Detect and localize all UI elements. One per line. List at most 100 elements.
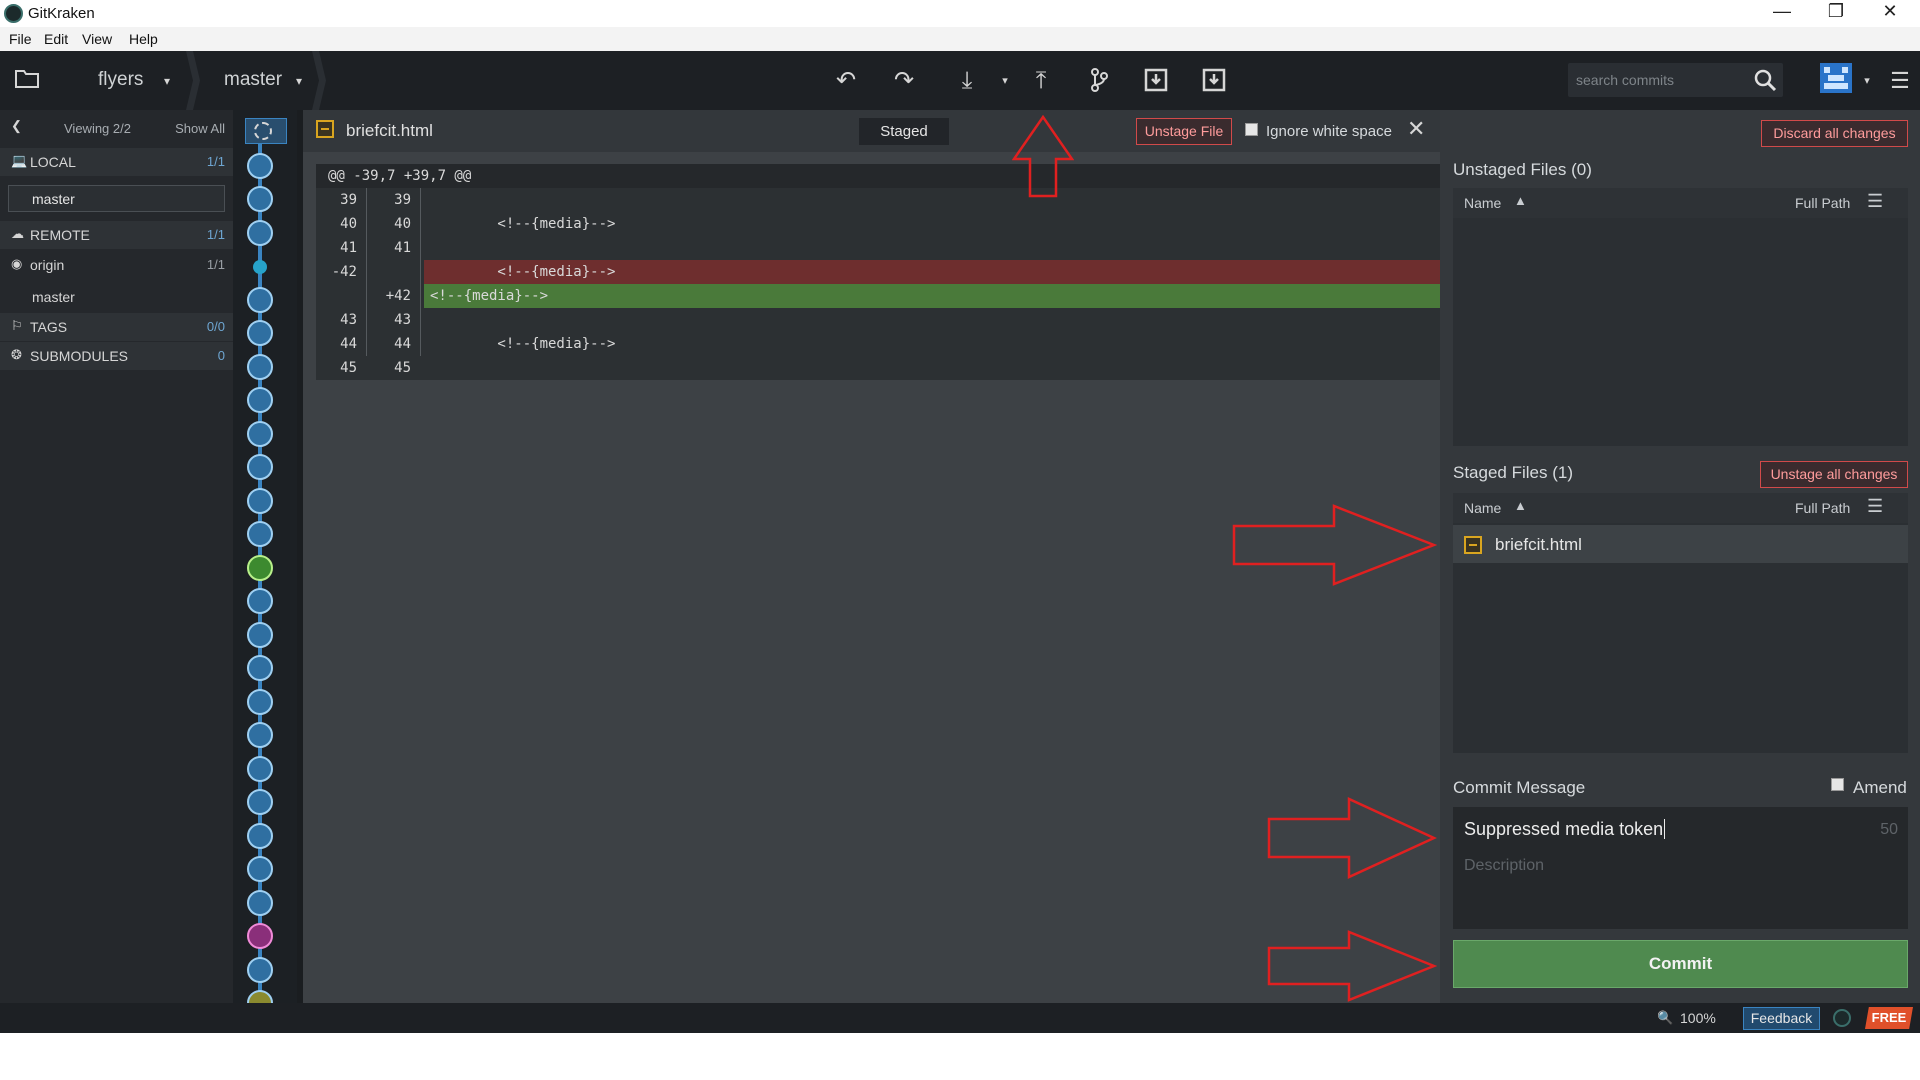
commit-node[interactable]: [247, 890, 273, 916]
commit-node[interactable]: [247, 622, 273, 648]
commit-node[interactable]: [247, 588, 273, 614]
local-branch-master[interactable]: master: [8, 185, 225, 212]
profile-avatar[interactable]: [1820, 63, 1852, 93]
description-input[interactable]: Description: [1464, 857, 1544, 875]
commit-node[interactable]: [247, 186, 273, 212]
commit-node[interactable]: [247, 153, 273, 179]
commit-dot[interactable]: [253, 260, 267, 274]
free-plan-badge[interactable]: FREE: [1865, 1007, 1913, 1029]
old-line-number: 45: [340, 360, 357, 376]
commit-node[interactable]: [247, 421, 273, 447]
search-icon[interactable]: [1753, 68, 1777, 97]
commit-node[interactable]: [247, 387, 273, 413]
diff-line-added[interactable]: +42 <!--{media}-->: [316, 284, 1440, 308]
diff-line[interactable]: 44 44 <!--{media}-->: [316, 332, 1440, 356]
commit-node[interactable]: [247, 823, 273, 849]
redo-icon[interactable]: ↷: [889, 67, 919, 95]
commit-node[interactable]: [247, 454, 273, 480]
staged-file-name: briefcit.html: [1495, 535, 1582, 554]
show-all-link[interactable]: Show All: [175, 121, 225, 136]
full-path-toggle[interactable]: Full Path: [1795, 195, 1850, 211]
pop-icon[interactable]: [1199, 67, 1229, 95]
line-code: <!--{media}-->: [430, 216, 616, 232]
commit-node[interactable]: [247, 320, 273, 346]
commit-node[interactable]: [247, 655, 273, 681]
profile-chevron-down-icon[interactable]: ▾: [1852, 67, 1882, 95]
close-window-icon[interactable]: ✕: [1870, 1, 1910, 22]
menu-view[interactable]: View: [82, 31, 112, 47]
commit-summary-input[interactable]: Suppressed media token: [1464, 819, 1666, 840]
push-icon[interactable]: ⤒: [1026, 67, 1056, 95]
pull-chevron-down-icon[interactable]: ▾: [990, 67, 1020, 95]
minimize-icon[interactable]: —: [1762, 1, 1802, 22]
branch-chevron-down-icon[interactable]: ▾: [284, 67, 314, 95]
line-code: <!--{media}-->: [424, 284, 1440, 308]
diff-line[interactable]: 40 40 <!--{media}-->: [316, 212, 1440, 236]
commit-button[interactable]: Commit: [1453, 940, 1908, 988]
list-view-icon[interactable]: ☰: [1867, 191, 1883, 212]
branch-name[interactable]: master: [224, 69, 282, 91]
staged-file-row[interactable]: briefcit.html: [1453, 525, 1908, 563]
ignore-whitespace-checkbox[interactable]: [1245, 123, 1258, 136]
wip-node[interactable]: [245, 118, 287, 144]
commit-node[interactable]: [247, 789, 273, 815]
branch-icon[interactable]: [1084, 67, 1114, 95]
local-count: 1/1: [206, 154, 225, 169]
diff-line[interactable]: 45 45: [316, 356, 1440, 380]
close-diff-icon[interactable]: ✕: [1407, 116, 1425, 142]
submodules-section[interactable]: ❂ SUBMODULES 0: [0, 342, 233, 370]
diff-line-deleted[interactable]: -42 <!--{media}-->: [316, 260, 1440, 284]
commit-node-green[interactable]: [247, 555, 273, 581]
repo-chevron-down-icon[interactable]: ▾: [152, 67, 182, 95]
local-section[interactable]: 💻 LOCAL 1/1: [0, 148, 233, 176]
hamburger-icon[interactable]: ☰: [1885, 67, 1915, 95]
commit-node[interactable]: [247, 287, 273, 313]
search-commits-box[interactable]: [1568, 63, 1783, 97]
sort-name-header[interactable]: Name: [1464, 195, 1501, 211]
origin-branch-master[interactable]: master: [0, 283, 233, 311]
restore-icon[interactable]: ❐: [1816, 1, 1856, 22]
unstage-all-changes-button[interactable]: Unstage all changes: [1760, 461, 1908, 488]
zoom-level[interactable]: 100%: [1680, 1010, 1716, 1026]
commit-node[interactable]: [247, 220, 273, 246]
list-view-icon[interactable]: ☰: [1867, 496, 1883, 517]
commit-node-pink[interactable]: [247, 923, 273, 949]
undo-icon[interactable]: ↶: [831, 67, 861, 95]
diff-line[interactable]: 43 43: [316, 308, 1440, 332]
breadcrumb-separator: [186, 51, 200, 110]
commit-message-box[interactable]: Suppressed media token 50 Description: [1453, 807, 1908, 929]
origin-remote[interactable]: ◉ origin 1/1: [0, 251, 233, 279]
modified-file-icon: [1464, 536, 1482, 554]
diff-line[interactable]: 41 41: [316, 236, 1440, 260]
collapse-left-icon[interactable]: ❮: [11, 118, 22, 134]
commit-node[interactable]: [247, 957, 273, 983]
diff-line[interactable]: 39 39: [316, 188, 1440, 212]
full-path-toggle[interactable]: Full Path: [1795, 500, 1850, 516]
commit-node[interactable]: [247, 856, 273, 882]
menu-edit[interactable]: Edit: [44, 31, 68, 47]
viewing-label: Viewing 2/2: [64, 121, 131, 136]
search-commits-input[interactable]: [1576, 69, 1746, 91]
menu-help[interactable]: Help: [129, 31, 158, 47]
unstage-file-button[interactable]: Unstage File: [1136, 118, 1232, 145]
commit-node[interactable]: [247, 722, 273, 748]
menu-file[interactable]: File: [9, 31, 32, 47]
sort-name-header[interactable]: Name: [1464, 500, 1501, 516]
commit-node[interactable]: [247, 354, 273, 380]
sort-asc-icon: ▲: [1514, 193, 1527, 208]
cloud-icon: ☁: [11, 226, 24, 241]
discard-all-changes-button[interactable]: Discard all changes: [1761, 120, 1908, 147]
folder-icon[interactable]: [12, 67, 42, 95]
tags-section[interactable]: ⚐ TAGS 0/0: [0, 313, 233, 341]
commit-node[interactable]: [247, 521, 273, 547]
commit-node[interactable]: [247, 689, 273, 715]
repo-name[interactable]: flyers: [98, 69, 143, 91]
gitkraken-status-icon[interactable]: [1833, 1009, 1851, 1027]
feedback-button[interactable]: Feedback: [1743, 1007, 1820, 1030]
commit-node[interactable]: [247, 488, 273, 514]
remote-section[interactable]: ☁ REMOTE 1/1: [0, 221, 233, 249]
amend-checkbox[interactable]: [1831, 778, 1844, 791]
pull-icon[interactable]: ⤓: [952, 67, 982, 95]
stash-icon[interactable]: [1141, 67, 1171, 95]
commit-node[interactable]: [247, 756, 273, 782]
